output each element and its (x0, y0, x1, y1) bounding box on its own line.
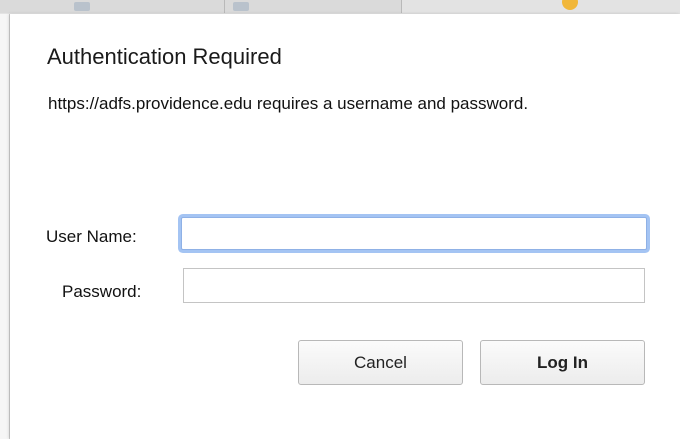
password-input[interactable] (183, 268, 645, 303)
authentication-dialog: Authentication Required https://adfs.pro… (10, 14, 680, 439)
dialog-message: https://adfs.providence.edu requires a u… (48, 94, 529, 113)
browser-tab-strip (0, 0, 680, 15)
tab-favicon-icon (74, 2, 90, 11)
cancel-button[interactable]: Cancel (298, 340, 463, 385)
page-background (0, 14, 10, 439)
tab-favicon-icon (233, 2, 249, 11)
username-label: User Name: (46, 227, 137, 246)
log-in-button[interactable]: Log In (480, 340, 645, 385)
browser-tab[interactable] (0, 0, 225, 13)
username-input[interactable] (181, 217, 647, 250)
browser-tab[interactable] (225, 0, 402, 13)
dialog-title: Authentication Required (47, 44, 282, 69)
password-label: Password: (62, 282, 142, 301)
extension-icon[interactable] (562, 0, 578, 10)
